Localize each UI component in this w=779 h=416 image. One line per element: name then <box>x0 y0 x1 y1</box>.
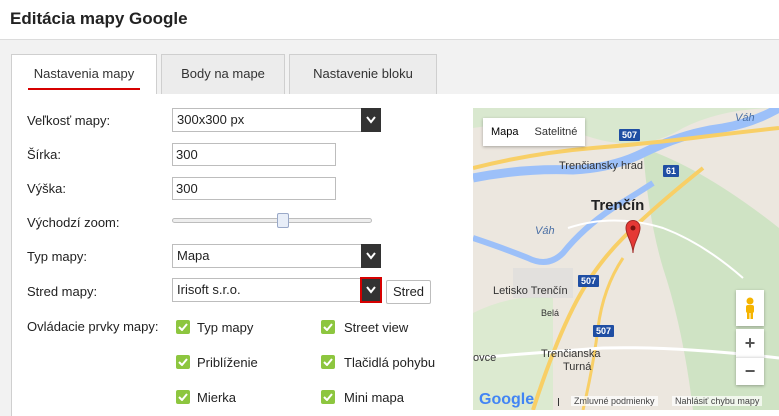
map-footer: Google Zmluvné podmienky Nahlásiť chybu … <box>473 391 779 410</box>
map-label-city: Trenčín <box>591 197 645 214</box>
terms-link[interactable]: Zmluvné podmienky <box>571 396 658 406</box>
checkbox-label: Typ mapy <box>197 320 254 335</box>
road-shield: 61 <box>663 165 680 177</box>
page-title: Editácia mapy Google <box>10 9 188 28</box>
map-label-airport: Letisko Trenčín <box>493 285 568 297</box>
tab-label: Body na mape <box>181 66 265 81</box>
width-label: Šírka: <box>27 147 61 162</box>
check-icon <box>178 323 188 331</box>
map-label-river: Váh <box>735 112 755 124</box>
tab-bar: Nastavenia mapy Body na mape Nastavenie … <box>0 40 779 95</box>
center-label: Stred mapy: <box>27 284 98 299</box>
checkbox-scale[interactable] <box>176 390 190 404</box>
size-select-value: 300x300 px <box>177 112 245 127</box>
map-label-district2: Turná <box>563 361 592 373</box>
map-type-map-button[interactable]: Mapa <box>483 118 527 146</box>
pegman-icon <box>746 297 754 319</box>
street-view-pegman-button[interactable] <box>736 290 764 326</box>
checkbox-label: Tlačidlá pohybu <box>344 355 436 370</box>
checkbox-street-view[interactable] <box>321 320 335 334</box>
active-tab-underline <box>28 88 140 90</box>
google-logo: Google <box>479 391 535 408</box>
map-label-district: Trenčianska <box>541 348 601 360</box>
check-icon <box>178 393 188 401</box>
map-label-river: Váh <box>535 225 555 237</box>
check-icon <box>323 358 333 366</box>
map-label-road: Belá <box>541 308 560 318</box>
center-select[interactable]: Irisoft s.r.o. <box>172 277 382 303</box>
tab-label: Nastavenie bloku <box>313 66 413 81</box>
road-shield: 507 <box>619 129 641 141</box>
chevron-down-icon[interactable] <box>361 244 381 268</box>
road-shield: 507 <box>593 325 615 337</box>
zoom-slider-handle[interactable] <box>277 213 289 228</box>
checkbox-label: Mini mapa <box>344 390 404 405</box>
checkbox-mini-map[interactable] <box>321 390 335 404</box>
zoom-label: Východzí zoom: <box>27 215 120 230</box>
tab-nastavenie-bloku[interactable]: Nastavenie bloku <box>289 54 437 94</box>
map-type-satellite-button[interactable]: Satelitné <box>527 118 586 146</box>
checkbox-label: Street view <box>344 320 409 335</box>
map-canvas <box>473 108 779 410</box>
checkbox-pan[interactable] <box>321 355 335 369</box>
tab-body-na-mape[interactable]: Body na mape <box>161 54 285 94</box>
map-type-select-value: Mapa <box>177 248 210 263</box>
zoom-in-button[interactable]: + <box>736 329 764 357</box>
size-select[interactable]: 300x300 px <box>172 108 381 132</box>
size-label: Veľkosť mapy: <box>27 113 111 128</box>
chevron-down-icon[interactable] <box>361 108 381 132</box>
report-error-link[interactable]: Nahlásiť chybu mapy <box>672 396 763 406</box>
tab-label: Nastavenia mapy <box>33 66 135 81</box>
zoom-slider-track[interactable] <box>172 218 372 223</box>
map-type-select[interactable]: Mapa <box>172 244 381 268</box>
center-button[interactable]: Stred <box>386 280 431 304</box>
scale-bar <box>558 398 559 406</box>
map-label-castle: Trenčiansky hrad <box>559 160 643 172</box>
height-input[interactable] <box>172 177 336 200</box>
map-preview[interactable]: Mapa Satelitné 507 61 507 507 Trenčiansk… <box>473 108 779 410</box>
check-icon <box>178 358 188 366</box>
checkbox-label: Mierka <box>197 390 237 405</box>
height-label: Výška: <box>27 181 67 196</box>
checkbox-label: Priblíženie <box>197 355 258 370</box>
zoom-out-button[interactable]: − <box>736 357 764 385</box>
center-select-value: Irisoft s.r.o. <box>177 282 241 297</box>
title-bar: Editácia mapy Google <box>0 0 779 40</box>
width-input[interactable] <box>172 143 336 166</box>
checkbox-zoom[interactable] <box>176 355 190 369</box>
check-icon <box>323 393 333 401</box>
controls-label: Ovládacie prvky mapy: <box>27 319 159 334</box>
map-type-label: Typ mapy: <box>27 249 87 264</box>
map-type-control: Mapa Satelitné <box>483 118 586 146</box>
map-label-place: ovce <box>473 352 497 364</box>
checkbox-map-type[interactable] <box>176 320 190 334</box>
tab-nastavenia-mapy[interactable]: Nastavenia mapy <box>11 54 157 95</box>
chevron-down-icon[interactable] <box>360 277 382 303</box>
road-shield: 507 <box>578 275 600 287</box>
check-icon <box>323 323 333 331</box>
